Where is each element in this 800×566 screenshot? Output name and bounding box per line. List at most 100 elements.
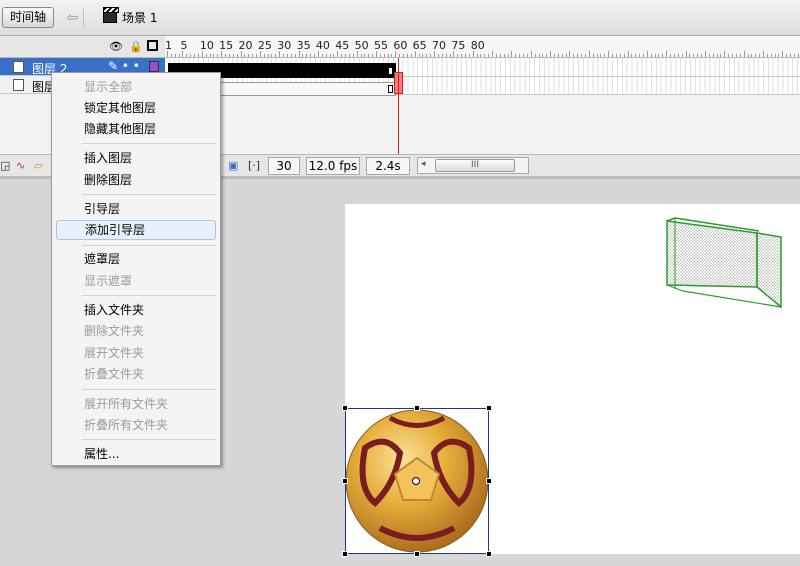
transform-handle[interactable] <box>342 551 348 557</box>
ruler-tick <box>565 54 567 57</box>
ruler-tick <box>205 54 207 57</box>
menu-item-mask[interactable]: 遮罩层 <box>56 249 216 269</box>
ruler-tick <box>422 54 424 57</box>
transform-handle[interactable] <box>414 551 420 557</box>
ruler-tick <box>681 54 683 57</box>
menu-item-properties[interactable]: 属性... <box>56 444 216 464</box>
menu-item-collapse-all-folders[interactable]: 折叠所有文件夹 <box>56 415 216 435</box>
ruler-tick <box>550 51 552 57</box>
ruler-tick <box>225 54 227 57</box>
ruler-tick <box>499 54 501 57</box>
ruler-label: 65 <box>412 39 427 52</box>
ruler-label: 75 <box>451 39 466 52</box>
ruler-tick <box>379 54 381 57</box>
menu-item-insert-layer[interactable]: 插入图层 <box>56 148 216 168</box>
edit-multiple-frames-icon[interactable]: [·] <box>248 159 260 172</box>
soccer-goal-image[interactable] <box>663 215 783 311</box>
new-folder-icon[interactable]: ▱ <box>34 159 42 172</box>
ruler-tick <box>484 54 486 57</box>
menu-item-show-all[interactable]: 显示全部 <box>56 77 216 97</box>
ruler-tick <box>464 54 466 57</box>
ruler-tick <box>290 54 292 57</box>
ruler-tick <box>666 51 668 57</box>
ruler-tick <box>228 54 230 57</box>
outline-square-icon[interactable] <box>147 40 158 51</box>
transform-handle[interactable] <box>342 478 348 484</box>
transform-handle[interactable] <box>486 551 492 557</box>
ruler-tick <box>615 54 617 57</box>
layer-context-menu: 显示全部 锁定其他图层 隐藏其他图层 插入图层 删除图层 引导层 添加引导层 遮… <box>51 72 221 466</box>
transform-handle[interactable] <box>342 405 348 411</box>
onion-skin-icon[interactable]: ▣ <box>228 159 238 172</box>
menu-item-delete-layer[interactable]: 删除图层 <box>56 170 216 190</box>
scroll-left-icon[interactable]: ◂ <box>421 159 426 169</box>
ruler-tick <box>782 51 784 57</box>
ruler-tick <box>546 54 548 57</box>
ruler-tick <box>561 54 563 57</box>
frame-ruler[interactable]: 1 5 10 15 20 25 30 35 40 45 50 55 60 65 70 75 80 <box>165 36 800 58</box>
lock-icon[interactable]: 🔒 <box>129 40 143 53</box>
ruler-tick <box>391 54 393 57</box>
ruler-tick <box>492 51 494 57</box>
menu-item-show-masking[interactable]: 显示遮罩 <box>56 271 216 291</box>
scrollbar-thumb[interactable]: III <box>435 159 515 172</box>
ruler-tick <box>712 54 714 57</box>
ruler-tick <box>507 54 509 57</box>
timeline-scrollbar[interactable]: ◂ III <box>417 157 529 174</box>
ruler-tick <box>437 54 439 57</box>
new-layer-icon[interactable]: ◲ <box>0 159 10 172</box>
ruler-tick <box>519 54 521 57</box>
ruler-tick <box>728 54 730 57</box>
ruler-tick <box>673 54 675 57</box>
ruler-label: 15 <box>219 39 234 52</box>
menu-separator <box>82 194 216 195</box>
left-arrow-icon[interactable]: ⇦ <box>62 8 84 28</box>
ruler-tick <box>627 51 629 57</box>
transform-handle[interactable] <box>486 405 492 411</box>
ruler-label: 60 <box>393 39 408 52</box>
ruler-label: 70 <box>432 39 447 52</box>
ruler-tick <box>360 54 362 57</box>
ruler-tick <box>604 54 606 57</box>
ruler-tick <box>759 54 761 57</box>
menu-item-guide[interactable]: 引导层 <box>56 199 216 219</box>
layer-color-swatch[interactable] <box>149 61 159 72</box>
ruler-tick <box>190 54 192 57</box>
timeline-toggle-button[interactable]: 时间轴 <box>2 7 54 28</box>
ruler-tick <box>569 51 571 57</box>
ruler-tick <box>581 54 583 57</box>
ruler-label: 5 <box>180 39 188 52</box>
menu-item-hide-others[interactable]: 隐藏其他图层 <box>56 119 216 139</box>
ruler-tick <box>488 54 490 57</box>
eye-icon[interactable]: 👁 <box>109 40 123 53</box>
menu-item-collapse-folder[interactable]: 折叠文件夹 <box>56 364 216 384</box>
menu-separator <box>82 245 216 246</box>
ruler-tick <box>511 51 513 57</box>
transform-handle[interactable] <box>414 405 420 411</box>
ruler-tick <box>526 54 528 57</box>
scene-label[interactable]: 场景 1 <box>122 9 157 26</box>
ruler-tick <box>186 54 188 57</box>
ruler-label: 30 <box>277 39 292 52</box>
ruler-tick <box>542 54 544 57</box>
ruler-tick <box>283 54 285 57</box>
frame-rate-field[interactable]: 12.0 fps <box>306 157 360 175</box>
ruler-tick <box>329 54 331 57</box>
ruler-tick <box>588 51 590 57</box>
ruler-tick <box>530 51 532 57</box>
ruler-tick <box>790 54 792 57</box>
ruler-tick <box>693 54 695 57</box>
menu-item-expand-folder[interactable]: 展开文件夹 <box>56 343 216 363</box>
transform-center-point[interactable] <box>412 477 420 485</box>
menu-item-expand-all-folders[interactable]: 展开所有文件夹 <box>56 394 216 414</box>
ruler-tick <box>457 54 459 57</box>
transform-handle[interactable] <box>486 478 492 484</box>
add-motion-guide-icon[interactable]: ∿ <box>16 159 25 172</box>
ruler-tick <box>271 54 273 57</box>
ruler-tick <box>174 54 176 57</box>
menu-item-insert-folder[interactable]: 插入文件夹 <box>56 300 216 320</box>
ruler-tick <box>387 54 389 57</box>
menu-item-delete-folder[interactable]: 删除文件夹 <box>56 321 216 341</box>
menu-item-lock-others[interactable]: 锁定其他图层 <box>56 98 216 118</box>
menu-item-add-motion-guide[interactable]: 添加引导层 <box>56 220 216 240</box>
